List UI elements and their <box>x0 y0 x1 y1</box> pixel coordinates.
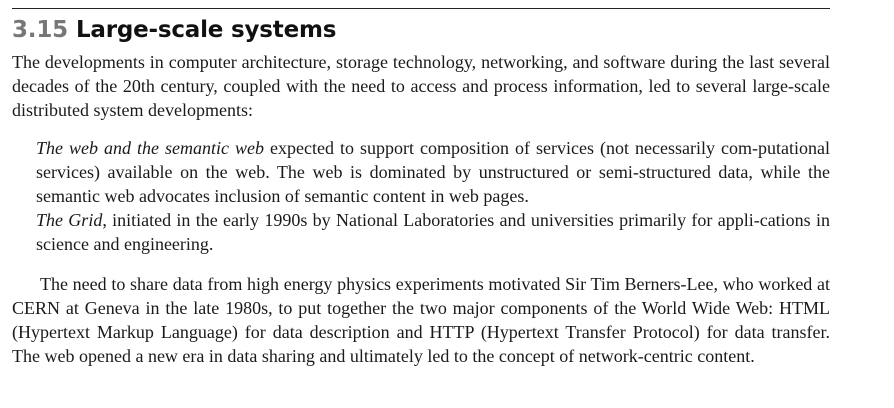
list-item-term: The web and the semantic web <box>36 138 265 158</box>
systems-list: The web and the semantic web expected to… <box>36 136 830 256</box>
section-number: 3.15 <box>12 17 68 43</box>
closing-paragraph: The need to share data from high energy … <box>12 274 830 366</box>
intro-paragraph: The developments in computer architectur… <box>12 52 830 120</box>
document-page: 3.15 Large-scale systems The developments… <box>12 8 830 368</box>
section-title: Large-scale systems <box>75 17 337 43</box>
section-top-rule <box>12 8 830 9</box>
list-item-text: , initiated in the early 1990s by Nation… <box>36 210 830 254</box>
list-item-web: The web and the semantic web expected to… <box>36 136 830 208</box>
list-item-grid: The Grid, initiated in the early 1990s b… <box>36 208 830 256</box>
list-item-term: The Grid <box>36 210 103 230</box>
section-heading: 3.15 Large-scale systems <box>12 15 830 45</box>
